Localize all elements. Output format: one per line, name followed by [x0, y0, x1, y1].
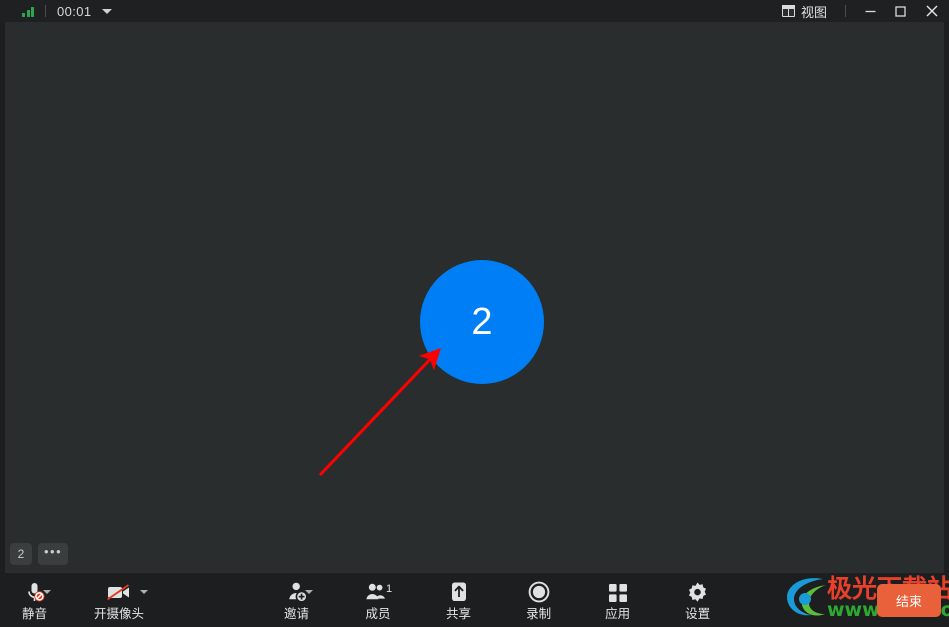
end-meeting-label: 结束: [895, 594, 922, 609]
more-options-badge[interactable]: •••: [38, 542, 69, 565]
meeting-window: 00:01 视图 2 2 ••• 静音 开摄像头 邀请 1 成员 共享 录制 应…: [0, 0, 949, 627]
tool-camera-label: 开摄像头: [94, 606, 145, 621]
maximize-icon: [894, 5, 906, 17]
title-bar: 00:01 视图: [0, 0, 949, 22]
meeting-toolbar: 静音 开摄像头 邀请 1 成员 共享 录制 应用 设置: [0, 573, 949, 627]
tool-share[interactable]: 共享: [446, 573, 471, 627]
tool-share-label: 共享: [446, 606, 472, 621]
minimize-icon: [865, 10, 875, 12]
tool-members-label: 成员: [365, 606, 391, 621]
titlebar-left-group: 00:01: [0, 0, 112, 22]
titlebar-divider: [45, 5, 46, 17]
tool-invite-label: 邀请: [284, 606, 310, 621]
chevron-down-icon[interactable]: [101, 8, 112, 14]
camera-dropdown-caret-icon[interactable]: [140, 590, 149, 594]
titlebar-divider-2: [845, 5, 846, 17]
gear-icon: [686, 580, 709, 604]
tool-settings-label: 设置: [685, 606, 711, 621]
tool-mute-label: 静音: [22, 606, 48, 621]
view-button[interactable]: 视图: [776, 0, 833, 22]
meeting-timer: 00:01: [57, 3, 92, 19]
participant-count-badge[interactable]: 2: [10, 542, 32, 565]
invite-dropdown-caret-icon[interactable]: [305, 590, 314, 594]
close-button[interactable]: [915, 0, 949, 22]
people-icon: 1: [364, 580, 392, 604]
mute-dropdown-caret-icon[interactable]: [43, 590, 52, 594]
layout-view-icon: [781, 5, 795, 17]
end-meeting-button[interactable]: 结束: [877, 584, 941, 617]
close-icon: [926, 5, 938, 17]
avatar-initial: 2: [471, 301, 493, 343]
tool-apps[interactable]: 应用: [605, 573, 630, 627]
record-circle-icon: [527, 580, 551, 604]
stage-bottom-strip: 2 •••: [5, 534, 944, 573]
signal-bars-icon[interactable]: [22, 5, 34, 17]
tool-record[interactable]: 录制: [526, 573, 551, 627]
camera-off-icon: [106, 580, 132, 604]
tool-camera[interactable]: 开摄像头: [94, 573, 149, 627]
tool-mute[interactable]: 静音: [22, 573, 52, 627]
svg-text:1: 1: [386, 583, 392, 595]
participant-avatar[interactable]: 2: [420, 260, 544, 384]
tool-invite[interactable]: 邀请: [284, 573, 314, 627]
titlebar-right-group: 视图: [776, 0, 949, 22]
view-button-label: 视图: [800, 4, 827, 20]
video-stage: 2: [5, 22, 944, 534]
maximize-button[interactable]: [885, 0, 915, 22]
share-upload-icon: [447, 580, 471, 604]
tool-record-label: 录制: [526, 606, 552, 621]
tool-members[interactable]: 1 成员: [364, 573, 393, 627]
tool-settings[interactable]: 设置: [685, 573, 710, 627]
minimize-button[interactable]: [855, 0, 885, 22]
grid-apps-icon: [607, 580, 629, 604]
tool-apps-label: 应用: [605, 606, 631, 621]
